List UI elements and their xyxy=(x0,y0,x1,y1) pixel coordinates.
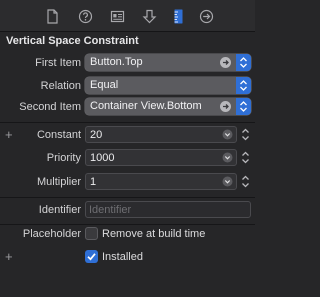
chevron-updown-icon[interactable] xyxy=(236,98,251,115)
placeholder-row: Placeholder Remove at build time xyxy=(0,224,255,244)
size-ruler-icon[interactable] xyxy=(171,9,186,24)
relation-value: Equal xyxy=(90,79,119,91)
installed-row: + Installed xyxy=(0,247,255,267)
constant-label: Constant xyxy=(36,129,81,141)
multiplier-label: Multiplier xyxy=(36,176,81,188)
remove-at-build-time-label[interactable]: Remove at build time xyxy=(102,228,205,240)
identity-icon[interactable] xyxy=(110,9,125,24)
multiplier-row: Multiplier 1 xyxy=(0,172,255,192)
constant-field[interactable]: 20 xyxy=(85,126,237,143)
add-variation-button[interactable]: + xyxy=(5,127,13,142)
multiplier-stepper[interactable] xyxy=(240,173,251,190)
priority-label: Priority xyxy=(46,152,81,164)
first-item-row: First Item Button.Top xyxy=(0,53,255,73)
first-item-label: First Item xyxy=(35,57,81,69)
second-item-label: Second Item xyxy=(19,101,81,113)
divider xyxy=(0,122,255,123)
installed-label[interactable]: Installed xyxy=(102,251,143,263)
installed-checkbox[interactable] xyxy=(85,250,98,263)
combo-dropdown-icon[interactable] xyxy=(222,152,233,163)
constant-value: 20 xyxy=(90,129,103,141)
file-icon[interactable] xyxy=(45,9,60,24)
second-item-popup[interactable]: Container View.Bottom xyxy=(85,98,251,115)
help-icon[interactable] xyxy=(78,9,93,24)
go-to-arrow-icon[interactable] xyxy=(220,101,231,112)
relation-label: Relation xyxy=(40,80,81,92)
identifier-row: Identifier xyxy=(0,200,255,220)
first-item-popup[interactable]: Button.Top xyxy=(85,54,251,71)
divider xyxy=(0,197,255,198)
add-variation-button[interactable]: + xyxy=(5,249,13,264)
remove-at-build-time-checkbox[interactable] xyxy=(85,227,98,240)
combo-dropdown-icon[interactable] xyxy=(222,129,233,140)
constant-stepper[interactable] xyxy=(240,126,251,143)
multiplier-value: 1 xyxy=(90,176,97,188)
connections-arrow-icon[interactable] xyxy=(199,9,214,24)
section-title: Vertical Space Constraint xyxy=(6,35,139,47)
chevron-updown-icon[interactable] xyxy=(236,77,251,94)
attributes-icon[interactable] xyxy=(142,9,157,24)
second-item-value: Container View.Bottom xyxy=(90,100,202,112)
identifier-field[interactable] xyxy=(85,201,251,218)
identifier-label: Identifier xyxy=(38,204,81,216)
relation-popup[interactable]: Equal xyxy=(85,77,251,94)
multiplier-field[interactable]: 1 xyxy=(85,173,237,190)
identifier-input[interactable] xyxy=(89,203,247,216)
second-item-row: Second Item Container View.Bottom xyxy=(0,97,255,117)
priority-field[interactable]: 1000 xyxy=(85,149,237,166)
priority-row: Priority 1000 xyxy=(0,148,255,168)
inspector-toolbar xyxy=(0,0,255,32)
go-to-arrow-icon[interactable] xyxy=(220,57,231,68)
first-item-value: Button.Top xyxy=(90,56,143,68)
chevron-updown-icon[interactable] xyxy=(236,54,251,71)
priority-stepper[interactable] xyxy=(240,149,251,166)
constant-row: + Constant 20 xyxy=(0,125,255,145)
relation-row: Relation Equal xyxy=(0,76,255,96)
combo-dropdown-icon[interactable] xyxy=(222,176,233,187)
placeholder-label: Placeholder xyxy=(22,228,81,240)
priority-value: 1000 xyxy=(90,152,115,164)
